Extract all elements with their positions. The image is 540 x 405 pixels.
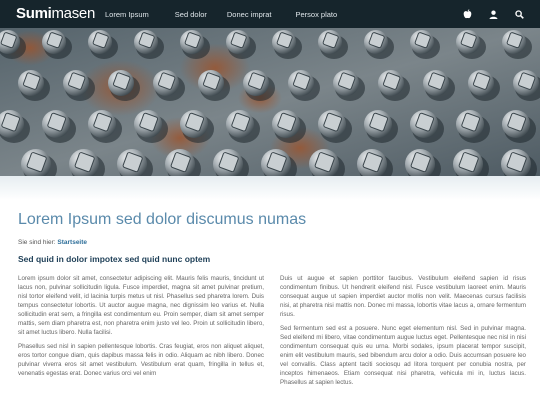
nav-item-sed-dolor[interactable]: Sed dolor: [175, 10, 207, 19]
apple-icon[interactable]: [460, 7, 474, 21]
left-column: Lorem ipsum dolor sit amet, consectetur …: [18, 274, 264, 392]
breadcrumb-prefix: Sie sind hier:: [18, 239, 56, 246]
logo-light-text: masen: [51, 5, 96, 22]
right-paragraph-2: Sed fermentum sed est a posuere. Nunc eg…: [280, 325, 526, 386]
left-paragraph-2: Phasellus sed nisl in sapien pellentesqu…: [18, 343, 264, 377]
nav-item-lorem-ipsum[interactable]: Lorem Ipsum: [105, 10, 149, 19]
section-subheading: Sed quid in dolor impotex sed quid nunc …: [18, 254, 211, 264]
breadcrumb-link-startseite[interactable]: Startseite: [57, 239, 87, 246]
main-content: Lorem Ipsum sed dolor discumus numas Sie…: [18, 210, 526, 392]
right-column: Duis ut augue et sapien porttitor faucib…: [280, 274, 526, 392]
nav-item-donec-imprat[interactable]: Donec imprat: [227, 10, 272, 19]
nav-item-persox-plato[interactable]: Persox plato: [296, 10, 338, 19]
search-icon[interactable]: [512, 7, 526, 21]
top-navigation-bar: Sumimasen Lorem Ipsum Sed dolor Donec im…: [0, 0, 540, 28]
logo[interactable]: Sumimasen: [16, 5, 95, 22]
left-paragraph-1: Lorem ipsum dolor sit amet, consectetur …: [18, 275, 264, 336]
user-icon[interactable]: [486, 7, 500, 21]
main-nav: Lorem Ipsum Sed dolor Donec imprat Perso…: [105, 0, 337, 28]
hero-image-rivets: [0, 28, 540, 178]
header-icons: [448, 0, 526, 28]
text-columns: Lorem ipsum dolor sit amet, consectetur …: [18, 274, 526, 392]
page-title: Lorem Ipsum sed dolor discumus numas: [18, 211, 307, 228]
hero-fade: [0, 176, 540, 200]
right-paragraph-1: Duis ut augue et sapien porttitor faucib…: [280, 275, 526, 318]
logo-bold-text: Sumi: [16, 5, 52, 22]
breadcrumb: Sie sind hier: Startseite: [18, 239, 526, 246]
rivet-plate-illustration: [0, 28, 540, 178]
